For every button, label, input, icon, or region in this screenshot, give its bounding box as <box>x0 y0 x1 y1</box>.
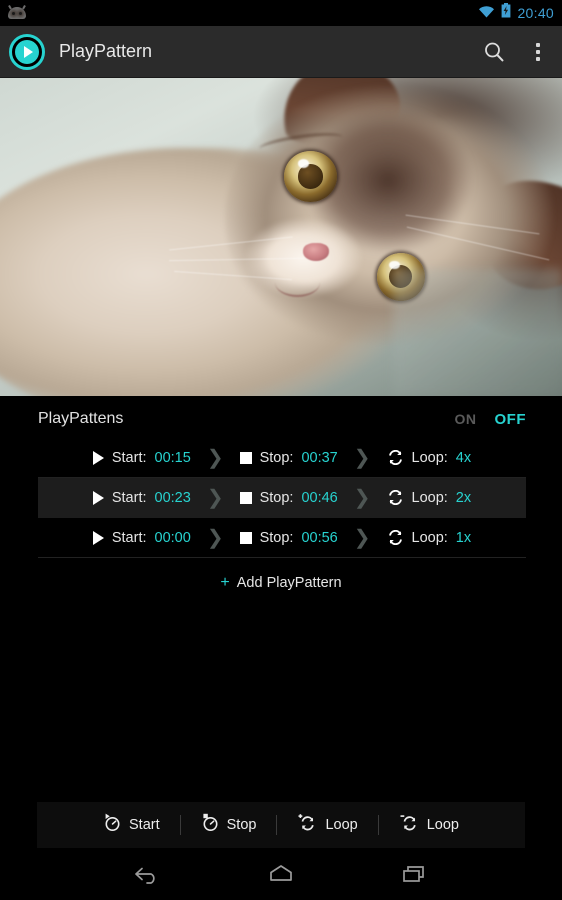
app-title: PlayPattern <box>59 41 153 61</box>
toolbar-loop-decrease-button[interactable]: Loop <box>379 813 479 837</box>
start-label: Start: <box>111 489 147 506</box>
playpattern-row[interactable]: Start: 00:15 ❯ Stop: 00:37 ❯ Loop: 4x <box>38 438 526 478</box>
playpatterns-panel: PlayPattens ON OFF Start: 00:15 ❯ Stop: … <box>0 396 562 592</box>
loop-icon <box>387 489 404 506</box>
loop-segment[interactable]: Loop: 2x <box>387 489 471 506</box>
loop-minus-icon <box>399 813 420 837</box>
recents-icon[interactable] <box>385 854 445 894</box>
start-label: Start: <box>111 529 147 546</box>
stop-segment[interactable]: Stop: 00:56 <box>239 529 338 546</box>
overflow-menu-icon[interactable] <box>528 39 548 65</box>
start-value[interactable]: 00:23 <box>155 490 191 506</box>
play-circle-icon <box>9 33 45 70</box>
stop-segment[interactable]: Stop: 00:46 <box>239 489 338 506</box>
chevron-right-icon: ❯ <box>353 526 371 549</box>
toggle-on-label[interactable]: ON <box>455 411 477 427</box>
timer-stop-icon <box>201 813 220 837</box>
stop-value[interactable]: 00:37 <box>301 450 337 466</box>
action-bar-actions <box>482 39 548 65</box>
start-label: Start: <box>111 449 147 466</box>
chevron-right-icon: ❯ <box>353 486 371 509</box>
search-icon[interactable] <box>482 40 506 64</box>
stop-value[interactable]: 00:46 <box>301 490 337 506</box>
playpattern-row[interactable]: Start: 00:23 ❯ Stop: 00:46 ❯ Loop: 2x <box>38 478 526 518</box>
loop-segment[interactable]: Loop: 4x <box>387 449 471 466</box>
video-frame-shape <box>283 151 338 202</box>
playpattern-row[interactable]: Start: 00:00 ❯ Stop: 00:56 ❯ Loop: 1x <box>38 518 526 558</box>
playpatterns-toggle[interactable]: ON OFF <box>455 411 527 428</box>
app-screen: 20:40 PlayPattern PlayPattens ON OFF Sta… <box>0 0 562 900</box>
loop-icon <box>387 529 404 546</box>
chevron-right-icon: ❯ <box>206 486 224 509</box>
loop-value[interactable]: 2x <box>456 490 471 506</box>
stop-segment[interactable]: Stop: 00:37 <box>239 449 338 466</box>
stop-label: Stop: <box>259 489 294 506</box>
loop-value[interactable]: 1x <box>456 530 471 546</box>
loop-value[interactable]: 4x <box>456 450 471 466</box>
start-value[interactable]: 00:00 <box>155 530 191 546</box>
video-frame-shape <box>393 268 562 396</box>
status-bar-notifications <box>8 5 26 19</box>
toolbar-loop-decrease-label: Loop <box>426 817 459 833</box>
play-icon <box>92 450 104 465</box>
chevron-right-icon: ❯ <box>206 526 224 549</box>
status-bar: 20:40 <box>0 0 562 26</box>
start-segment[interactable]: Start: 00:15 <box>92 449 191 466</box>
toolbar-loop-increase-button[interactable]: Loop <box>277 813 377 837</box>
playpatterns-header: PlayPattens ON OFF <box>0 396 562 438</box>
android-navigation-bar <box>0 848 562 900</box>
toolbar-stop-label: Stop <box>226 817 257 833</box>
stop-label: Stop: <box>259 529 294 546</box>
playpattern-rows: Start: 00:15 ❯ Stop: 00:37 ❯ Loop: 4x St… <box>0 438 562 592</box>
home-icon[interactable] <box>251 854 311 894</box>
panel-title: PlayPattens <box>38 410 124 427</box>
stop-icon <box>239 531 252 544</box>
status-bar-system: 20:40 <box>478 3 554 23</box>
back-icon[interactable] <box>117 854 177 894</box>
start-value[interactable]: 00:15 <box>155 450 191 466</box>
timer-start-icon <box>103 813 122 837</box>
loop-icon <box>387 449 404 466</box>
add-playpattern-button[interactable]: + Add PlayPattern <box>0 558 562 592</box>
bottom-toolbar: Start Stop Loop Loop <box>37 802 525 848</box>
stop-icon <box>239 451 252 464</box>
add-playpattern-label: Add PlayPattern <box>236 575 342 591</box>
loop-label: Loop: <box>411 489 448 506</box>
toolbar-start-button[interactable]: Start <box>83 813 180 837</box>
stop-value[interactable]: 00:56 <box>301 530 337 546</box>
video-frame-shape <box>236 217 371 314</box>
battery-charging-icon <box>501 3 511 23</box>
plus-icon: + <box>220 574 230 591</box>
android-head-icon <box>8 5 26 19</box>
toolbar-start-label: Start <box>129 817 160 833</box>
chevron-right-icon: ❯ <box>206 446 224 469</box>
start-segment[interactable]: Start: 00:00 <box>92 529 191 546</box>
play-icon <box>92 490 104 505</box>
stop-icon <box>239 491 252 504</box>
toolbar-stop-button[interactable]: Stop <box>181 813 277 837</box>
toggle-off-label[interactable]: OFF <box>495 411 527 428</box>
wifi-icon <box>478 4 495 23</box>
status-bar-clock: 20:40 <box>517 5 554 21</box>
loop-label: Loop: <box>411 449 448 466</box>
chevron-right-icon: ❯ <box>353 446 371 469</box>
start-segment[interactable]: Start: 00:23 <box>92 489 191 506</box>
loop-segment[interactable]: Loop: 1x <box>387 529 471 546</box>
loop-plus-icon <box>297 813 318 837</box>
toolbar-loop-increase-label: Loop <box>325 817 358 833</box>
stop-label: Stop: <box>259 449 294 466</box>
action-bar: PlayPattern <box>0 26 562 78</box>
play-icon <box>92 530 104 545</box>
loop-label: Loop: <box>411 529 448 546</box>
video-preview[interactable] <box>0 78 562 396</box>
